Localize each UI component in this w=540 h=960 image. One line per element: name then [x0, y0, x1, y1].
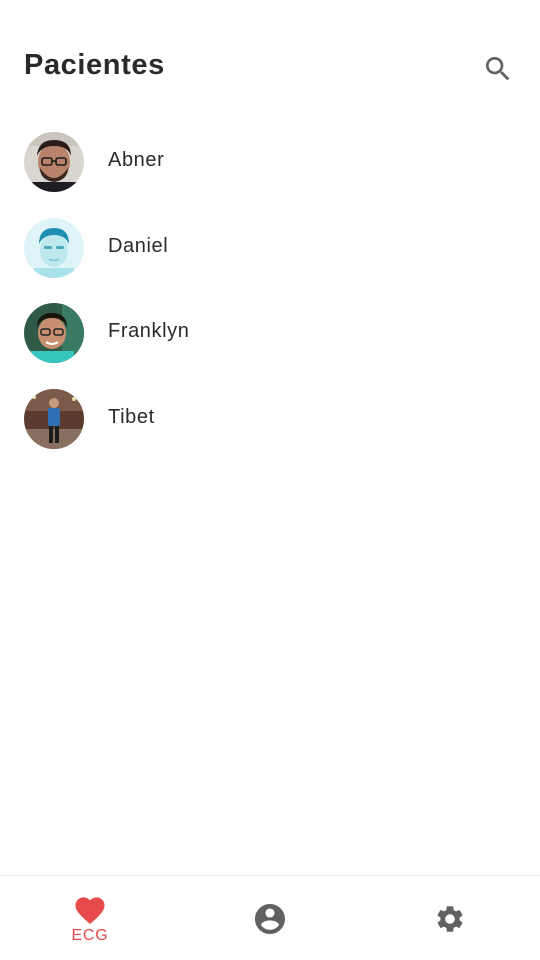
nav-item-profile[interactable]: [180, 876, 360, 960]
patient-name: Franklyn: [108, 320, 190, 342]
nav-item-settings[interactable]: [360, 876, 540, 960]
nav-label-ecg: ECG: [71, 926, 109, 944]
nav-item-ecg[interactable]: ECG: [0, 876, 180, 960]
app-header: Pacientes: [0, 32, 540, 102]
avatar: [24, 388, 84, 449]
patient-list-item[interactable]: Tibet: [0, 377, 540, 463]
patient-list: Abner Daniel Franklyn Tibet: [0, 120, 540, 462]
avatar: [24, 132, 84, 192]
search-button[interactable]: [478, 49, 518, 89]
app-screen: Pacientes Abner Daniel Franklyn Tibet EC…: [0, 0, 540, 960]
avatar: [24, 303, 84, 363]
search-icon: [486, 57, 510, 81]
page-title: Pacientes: [24, 49, 165, 81]
patient-name: Daniel: [108, 234, 169, 257]
patient-list-item[interactable]: Abner: [0, 120, 540, 206]
bottom-navigation: ECG: [0, 875, 540, 960]
avatar: [24, 217, 84, 278]
patient-list-item[interactable]: Daniel: [0, 206, 540, 292]
heart-icon: [75, 896, 105, 924]
patient-name: Abner: [108, 149, 165, 171]
patient-list-item[interactable]: Franklyn: [0, 291, 540, 377]
gear-icon: [437, 905, 463, 932]
patient-name: Tibet: [108, 405, 155, 428]
account-circle-icon: [255, 903, 285, 934]
